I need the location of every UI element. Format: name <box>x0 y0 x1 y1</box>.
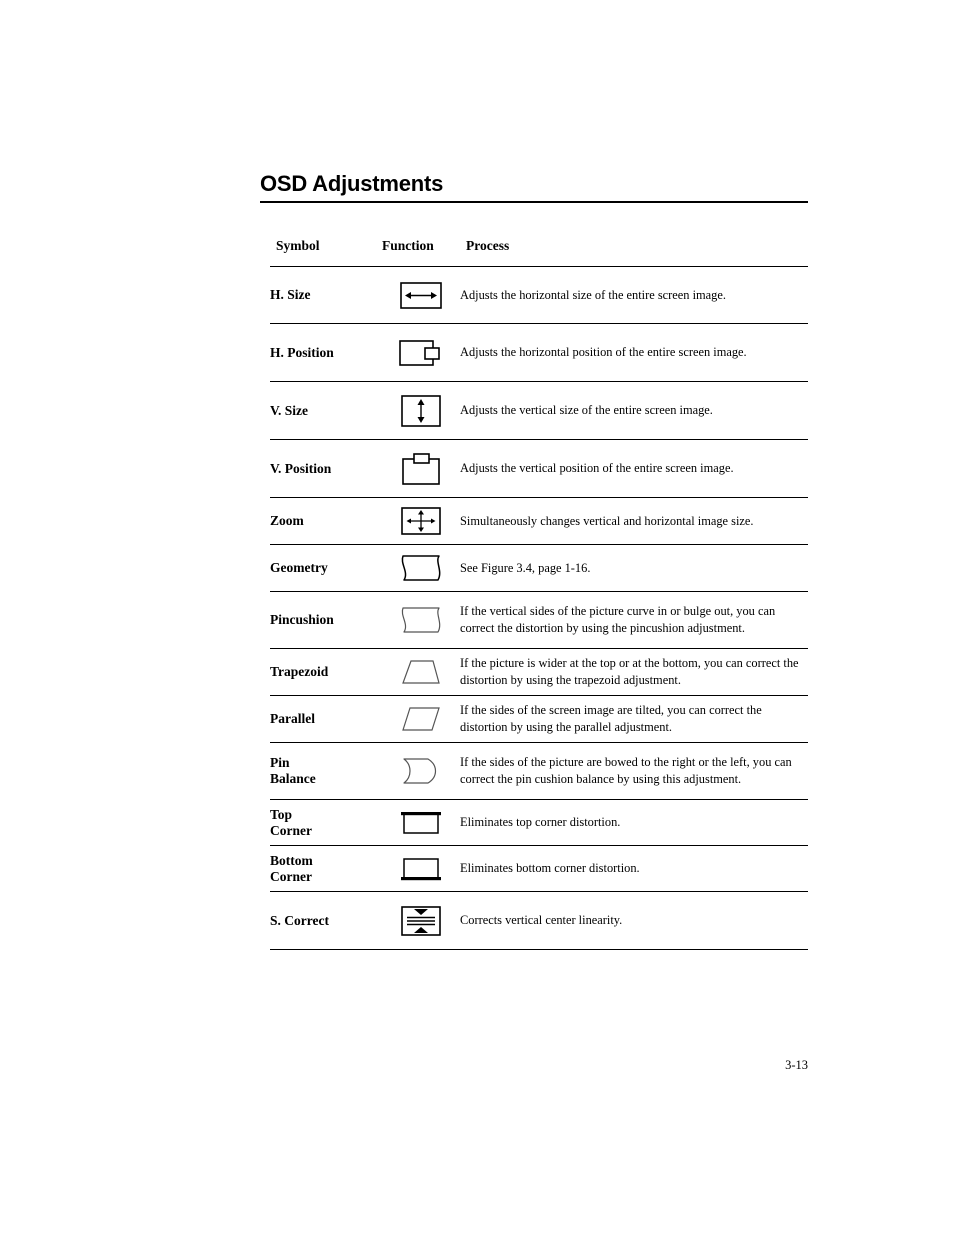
row-process-text: Adjusts the horizontal position of the e… <box>460 323 808 382</box>
row-process-text: Eliminates top corner distortion. <box>460 799 808 846</box>
table-row: Pin Balance If the sides of the picture … <box>270 742 808 800</box>
horizontal-size-icon <box>382 281 460 309</box>
table-row: Geometry See Figure 3.4, page 1-16. <box>270 544 808 592</box>
table-row: Bottom Corner Eliminates bottom corner d… <box>270 845 808 892</box>
table-row: V. Size Adjusts the vertical size of the… <box>270 381 808 440</box>
table-row: Top Corner Eliminates top corner distort… <box>270 799 808 846</box>
row-process-text: Adjusts the vertical position of the ent… <box>460 439 808 498</box>
table-row: S. Correct Corrects vertical center line… <box>270 891 808 950</box>
row-symbol-label: S. Correct <box>270 891 382 950</box>
row-process-text: See Figure 3.4, page 1-16. <box>460 544 808 592</box>
column-header-symbol: Symbol <box>270 228 382 267</box>
table-row: Zoom Simultaneously changes vertical and… <box>270 497 808 545</box>
row-process-text: If the sides of the picture are bowed to… <box>460 742 808 800</box>
row-function-icon-cell <box>382 891 460 950</box>
row-symbol-label: Pincushion <box>270 591 382 649</box>
row-function-icon-cell <box>382 323 460 382</box>
table-header: Symbol Function Process <box>270 228 808 267</box>
row-symbol-label: Bottom Corner <box>270 845 382 892</box>
row-symbol-label: V. Size <box>270 381 382 440</box>
geometry-icon <box>382 553 460 583</box>
row-symbol-label: V. Position <box>270 439 382 498</box>
pin-balance-icon <box>382 756 460 786</box>
row-function-icon-cell <box>382 497 460 545</box>
column-header-process: Process <box>460 228 808 267</box>
osd-adjustments-table: Symbol Function Process H. Size Adjusts … <box>270 228 808 950</box>
row-process-text: Simultaneously changes vertical and hori… <box>460 497 808 545</box>
row-function-icon-cell <box>382 648 460 696</box>
row-function-icon-cell <box>382 266 460 324</box>
row-symbol-label: H. Size <box>270 266 382 324</box>
zoom-icon <box>382 507 460 535</box>
row-function-icon-cell <box>382 439 460 498</box>
trapezoid-icon <box>382 658 460 686</box>
top-corner-icon <box>382 810 460 836</box>
table-row: Pincushion If the vertical sides of the … <box>270 591 808 649</box>
row-process-text: Adjusts the horizontal size of the entir… <box>460 266 808 324</box>
row-process-text: If the picture is wider at the top or at… <box>460 648 808 696</box>
vertical-size-icon <box>382 394 460 427</box>
row-process-text: If the vertical sides of the picture cur… <box>460 591 808 649</box>
title-underline-rule <box>260 201 808 204</box>
pincushion-icon <box>382 605 460 635</box>
row-function-icon-cell <box>382 799 460 846</box>
table-row: Trapezoid If the picture is wider at the… <box>270 648 808 696</box>
row-function-icon-cell <box>382 845 460 892</box>
horizontal-position-icon <box>382 338 460 368</box>
row-process-text: If the sides of the screen image are til… <box>460 695 808 743</box>
row-symbol-label: H. Position <box>270 323 382 382</box>
table-row: H. Size Adjusts the horizontal size of t… <box>270 266 808 324</box>
row-symbol-label: Zoom <box>270 497 382 545</box>
row-process-text: Corrects vertical center linearity. <box>460 891 808 950</box>
row-symbol-label: Trapezoid <box>270 648 382 696</box>
document-page: OSD Adjustments Symbol Function Process … <box>0 0 954 1235</box>
row-function-icon-cell <box>382 544 460 592</box>
row-function-icon-cell <box>382 695 460 743</box>
column-header-function: Function <box>382 228 460 267</box>
row-process-text: Eliminates bottom corner distortion. <box>460 845 808 892</box>
page-number: 3-13 <box>785 1058 808 1072</box>
row-symbol-label: Geometry <box>270 544 382 592</box>
row-symbol-label: Top Corner <box>270 799 382 846</box>
parallel-icon <box>382 705 460 733</box>
s-correct-icon <box>382 905 460 936</box>
table-row: Parallel If the sides of the screen imag… <box>270 695 808 743</box>
page-title: OSD Adjustments <box>260 171 444 196</box>
row-symbol-label: Pin Balance <box>270 742 382 800</box>
table-row: H. Position Adjusts the horizontal posit… <box>270 323 808 382</box>
row-symbol-label: Parallel <box>270 695 382 743</box>
table-row: V. Position Adjusts the vertical positio… <box>270 439 808 498</box>
table-header-row: Symbol Function Process <box>270 228 808 267</box>
row-function-icon-cell <box>382 742 460 800</box>
row-process-text: Adjusts the vertical size of the entire … <box>460 381 808 440</box>
heading-block: OSD Adjustments <box>260 171 808 204</box>
table-body: H. Size Adjusts the horizontal size of t… <box>270 266 808 950</box>
vertical-position-icon <box>382 452 460 485</box>
bottom-corner-icon <box>382 856 460 882</box>
row-function-icon-cell <box>382 591 460 649</box>
row-function-icon-cell <box>382 381 460 440</box>
